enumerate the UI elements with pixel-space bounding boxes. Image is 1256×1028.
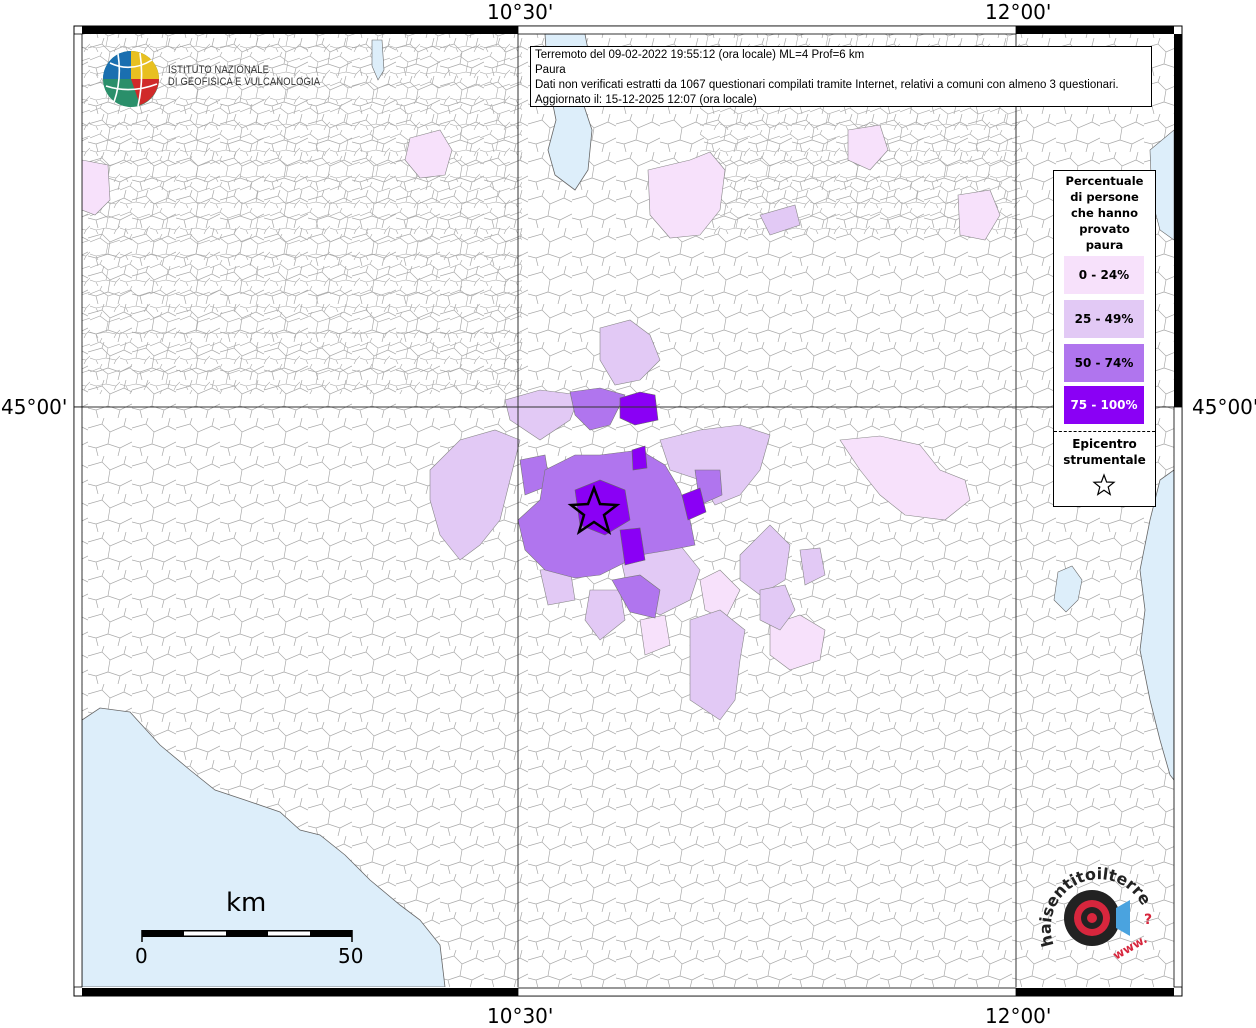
lon-label-bottom-left: 10°30' (487, 1004, 554, 1028)
hst-logo-icon: haisentitoilterremoto.it www. ? (1034, 860, 1155, 963)
legend-class-25-49: 25 - 49% (1064, 300, 1144, 338)
svg-text:www.: www. (1111, 932, 1150, 963)
legend-class-0-24: 0 - 24% (1064, 256, 1144, 294)
ingv-logo-icon (103, 51, 159, 107)
data-note: Dati non verificati estratti da 1067 que… (535, 79, 1119, 91)
earthquake-info-box: Terremoto del 09-02-2022 19:55:12 (ora l… (530, 46, 1152, 107)
scale-unit: km (226, 888, 267, 918)
update-time: Aggiornato il: 15-12-2025 12:07 (ora loc… (535, 94, 757, 106)
svg-text:?: ? (1144, 912, 1152, 928)
lon-label-top-left: 10°30' (487, 0, 554, 24)
legend-class-75-100: 75 - 100% (1064, 386, 1144, 424)
epicenter-star-icon (1092, 473, 1116, 496)
scale-max-label: 50 (338, 944, 364, 968)
legend-title: Percentuale di persone che hanno provato… (1065, 174, 1144, 252)
lat-label-right: 45°00' (1192, 395, 1256, 419)
lon-label-top-right: 12°00' (985, 0, 1052, 24)
ingv-logo-text: ISTITUTO NAZIONALE DI GEOFISICA E VULCAN… (168, 64, 321, 88)
legend-class-50-74: 50 - 74% (1064, 344, 1144, 382)
legend-divider (1054, 431, 1155, 432)
epicenter-legend-title: Epicentro strumentale (1063, 437, 1146, 467)
lat-label-left: 45°00' (1, 395, 68, 419)
legend: Percentuale di persone che hanno provato… (1053, 170, 1156, 507)
earthquake-title: Terremoto del 09-02-2022 19:55:12 (ora l… (535, 49, 865, 61)
lon-label-bottom-right: 12°00' (985, 1004, 1052, 1028)
map-type: Paura (535, 64, 566, 76)
scale-min-label: 0 (135, 944, 148, 968)
